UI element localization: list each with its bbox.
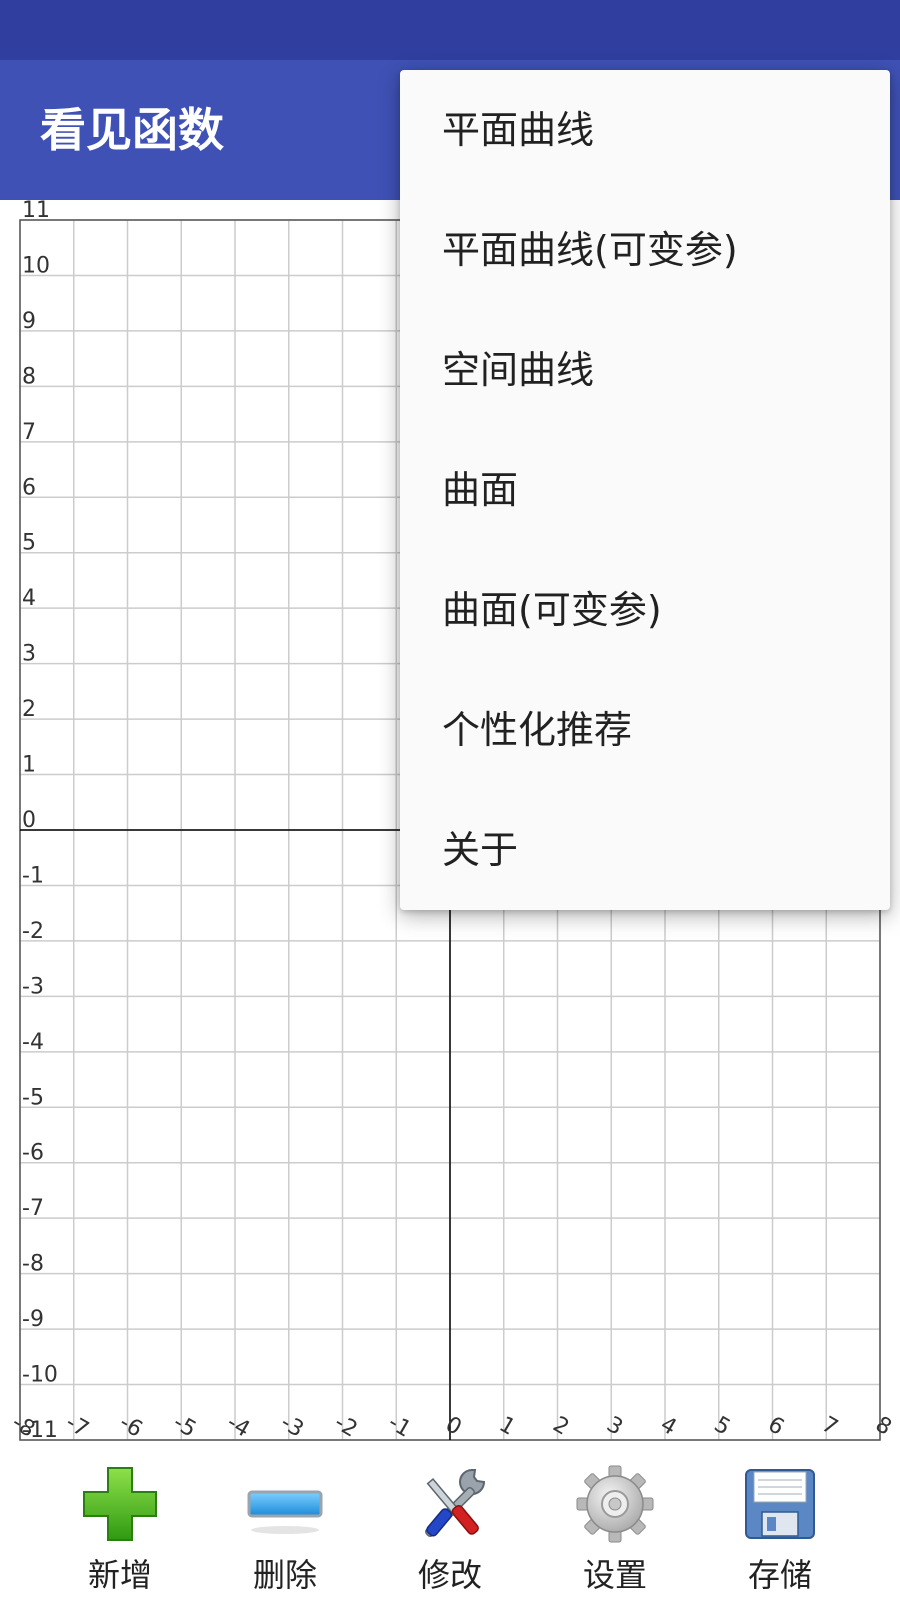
y-tick-label: -2	[22, 919, 44, 944]
x-tick-label: 7	[817, 1412, 842, 1441]
menu-item-label: 平面曲线	[442, 108, 595, 152]
floppy-disk-icon	[745, 1469, 815, 1539]
menu-item-label: 曲面	[442, 468, 519, 512]
y-tick-label: 1	[22, 753, 36, 778]
app-title: 看见函数	[40, 103, 224, 157]
menu-item-space-curve[interactable]: 空间曲线	[400, 310, 890, 430]
tools-icon	[425, 1469, 486, 1537]
x-tick-label: -1	[384, 1410, 415, 1443]
edit-button-label: 修改	[417, 1556, 482, 1594]
x-tick-label: -3	[276, 1410, 307, 1443]
menu-item-recommendations[interactable]: 个性化推荐	[400, 670, 890, 790]
y-tick-label: -4	[22, 1030, 44, 1055]
menu-item-plane-curve[interactable]: 平面曲线	[400, 70, 890, 190]
delete-button-label: 删除	[252, 1556, 317, 1594]
x-tick-label: 3	[602, 1412, 627, 1441]
x-tick-label: 8	[871, 1412, 896, 1441]
edit-button[interactable]: 修改	[370, 1450, 530, 1600]
y-tick-label: 6	[22, 475, 36, 500]
save-button[interactable]: 存储	[700, 1450, 860, 1600]
menu-item-label: 个性化推荐	[442, 708, 633, 752]
x-tick-label: 2	[548, 1412, 573, 1441]
menu-item-label: 曲面(可变参)	[442, 588, 662, 632]
save-button-label: 存储	[747, 1556, 812, 1594]
menu-item-label: 关于	[442, 828, 519, 872]
gear-icon	[576, 1465, 654, 1543]
menu-item-surface-variable[interactable]: 曲面(可变参)	[400, 550, 890, 670]
y-tick-label: -9	[22, 1307, 44, 1332]
y-tick-label: -5	[22, 1085, 44, 1110]
x-tick-label: 6	[763, 1412, 788, 1441]
plus-icon	[83, 1467, 157, 1541]
y-tick-label: 4	[22, 586, 36, 611]
x-tick-label: 0	[441, 1412, 466, 1441]
y-tick-label: -1	[22, 863, 44, 888]
y-tick-label: 2	[22, 697, 36, 722]
y-tick-label: 10	[22, 253, 50, 278]
x-tick-label: -7	[61, 1410, 92, 1443]
y-tick-label: 8	[22, 364, 36, 389]
status-bar	[0, 0, 900, 60]
y-tick-label: 9	[22, 309, 36, 334]
x-tick-label: -2	[330, 1410, 361, 1443]
add-button[interactable]: 新增	[40, 1450, 200, 1600]
y-tick-label: -3	[22, 974, 44, 999]
settings-button-label: 设置	[582, 1556, 647, 1594]
y-tick-label: -10	[22, 1363, 58, 1388]
y-tick-label: -8	[22, 1252, 44, 1277]
y-tick-label: 3	[22, 642, 36, 667]
add-button-label: 新增	[87, 1556, 152, 1594]
minus-icon	[247, 1490, 323, 1534]
x-tick-labels: -8 -7 -6 -5 -4 -3 -2 -1 0 1 2 3 4 5 6 7 8	[8, 1410, 896, 1443]
bottom-toolbar: 新增 删除 修改 设置 存储	[0, 1450, 900, 1600]
settings-button[interactable]: 设置	[535, 1450, 695, 1600]
menu-item-surface[interactable]: 曲面	[400, 430, 890, 550]
y-tick-label: 5	[22, 531, 36, 556]
menu-item-plane-curve-variable[interactable]: 平面曲线(可变参)	[400, 190, 890, 310]
menu-item-label: 平面曲线(可变参)	[442, 228, 738, 272]
x-tick-label: 1	[495, 1412, 520, 1441]
x-tick-label: -6	[115, 1410, 146, 1443]
y-tick-label: 11	[22, 200, 50, 223]
menu-item-about[interactable]: 关于	[400, 790, 890, 910]
menu-item-label: 空间曲线	[442, 348, 595, 392]
x-tick-label: 4	[656, 1412, 681, 1441]
x-tick-label: -5	[169, 1410, 200, 1443]
overflow-menu: 平面曲线 平面曲线(可变参) 空间曲线 曲面 曲面(可变参) 个性化推荐 关于	[400, 70, 890, 910]
y-tick-label: -7	[22, 1196, 44, 1221]
x-tick-label: -4	[223, 1410, 254, 1443]
y-tick-label: 0	[22, 808, 36, 833]
x-tick-label: 5	[710, 1412, 735, 1441]
y-tick-label: -6	[22, 1141, 44, 1166]
y-tick-label: 7	[22, 420, 36, 445]
delete-button[interactable]: 删除	[205, 1450, 365, 1600]
app-root: 看见函数 11 10 9 8 7 6 5 4 3 2 1 0 -1 -2 -3 -4 -5 -6 -7 -8 -9 -10…	[0, 0, 900, 1600]
